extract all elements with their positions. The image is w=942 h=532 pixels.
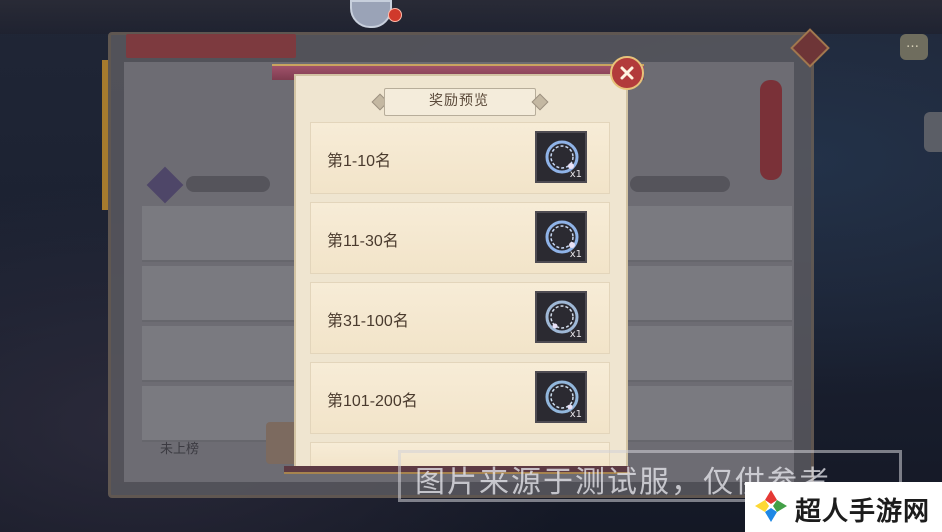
notification-dot: [388, 8, 402, 22]
rank-range-label: 第1-10名: [327, 153, 392, 170]
reward-row-rank-1-10: 第1-10名 x1: [310, 122, 610, 194]
reward-quantity: x1: [569, 169, 582, 180]
reward-row-rank-31-100: 第31-100名 x1: [310, 282, 610, 354]
top-bar: [0, 0, 942, 34]
site-logo-icon: [755, 490, 787, 522]
reward-row-rank-11-30: 第11-30名 x1: [310, 202, 610, 274]
reward-item-slot[interactable]: x1: [535, 371, 587, 423]
close-button[interactable]: [610, 56, 644, 90]
my-rank-label: 未上榜: [160, 442, 200, 457]
site-name: 超人手游网: [795, 497, 931, 527]
tassel-decoration: [102, 60, 108, 210]
rank-range-label: 第31-100名: [327, 313, 409, 330]
reward-quantity: x1: [569, 249, 582, 260]
reward-item-slot[interactable]: x1: [535, 131, 587, 183]
chat-button[interactable]: …: [900, 34, 928, 60]
modal-title: 奖励预览: [429, 93, 489, 109]
ranking-pill: [630, 176, 730, 192]
ranking-pill: [186, 176, 270, 192]
reward-quantity: x1: [569, 329, 582, 340]
chat-icon: …: [906, 36, 919, 51]
rank-range-label: 第101-200名: [327, 393, 418, 410]
close-x-icon: [620, 66, 634, 80]
reward-row-rank-101-200: 第101-200名 x1: [310, 362, 610, 434]
reward-item-slot[interactable]: x1: [535, 291, 587, 343]
reward-quantity: x1: [569, 409, 582, 420]
ranking-panel-header: [126, 34, 296, 58]
side-expand-button[interactable]: [924, 112, 942, 152]
side-tab[interactable]: [760, 80, 782, 180]
modal-title-plate: 奖励预览: [371, 88, 549, 116]
site-logo: 超人手游网: [745, 482, 942, 532]
reward-item-slot[interactable]: x1: [535, 211, 587, 263]
rank-range-label: 第11-30名: [327, 233, 399, 250]
